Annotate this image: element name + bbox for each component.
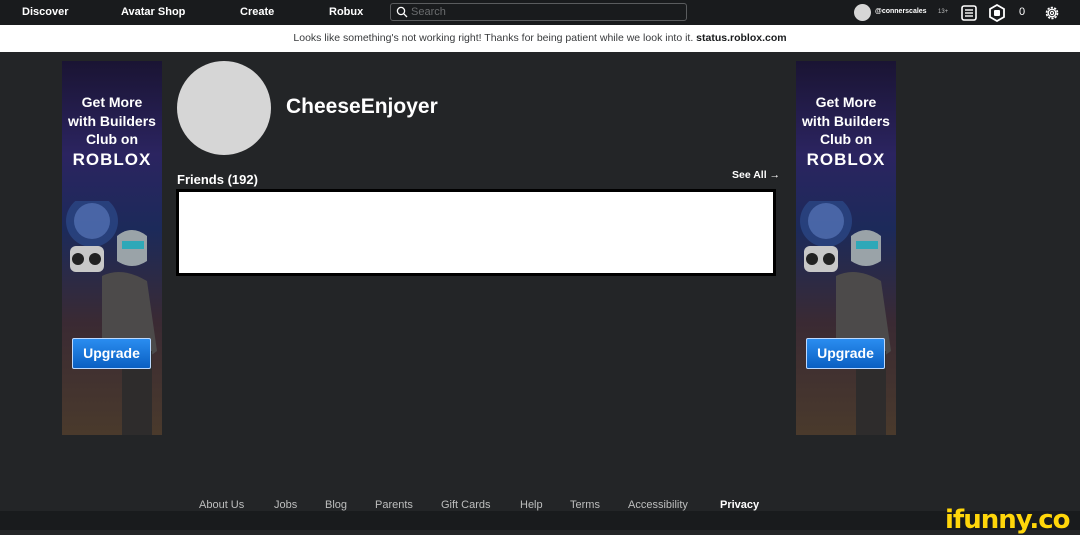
gear-icon[interactable] [1043,4,1061,22]
nav-robux[interactable]: Robux [329,6,363,18]
footer-accessibility[interactable]: Accessibility [628,499,688,511]
status-link[interactable]: status.roblox.com [696,32,786,44]
footer-terms[interactable]: Terms [570,499,600,511]
ad-line-3: Club on [85,131,139,147]
top-navigation-bar: Discover Avatar Shop Create Robux @conne… [0,0,1080,25]
roblox-logo: ROBLOX [72,150,152,169]
footer-privacy[interactable]: Privacy [720,499,759,511]
footer-about-us[interactable]: About Us [199,499,244,511]
footer-parents[interactable]: Parents [375,499,413,511]
upgrade-button[interactable]: Upgrade [806,338,885,369]
see-all-friends-link[interactable]: See All → [732,169,780,181]
ad-line-3: Club on [819,131,873,147]
search-icon [396,6,408,18]
ad-headline: Get More with Builders Club on [796,93,896,149]
nav-create[interactable]: Create [240,6,274,18]
ifunny-watermark: ifunny.co [945,505,1070,535]
profile-username: CheeseEnjoyer [286,95,438,118]
nav-avatar-shop[interactable]: Avatar Shop [121,6,185,18]
friends-heading: Friends (192) [177,172,258,187]
ad-line-2: with Builders [802,112,890,129]
alert-text: Looks like something's not working right… [293,32,694,44]
footer-gift-cards[interactable]: Gift Cards [441,499,491,511]
search-input[interactable] [411,4,681,20]
search-bar[interactable] [390,3,687,21]
nav-discover[interactable]: Discover [22,6,68,18]
footer-blog[interactable]: Blog [325,499,347,511]
upgrade-button[interactable]: Upgrade [72,338,151,369]
robux-icon[interactable] [988,4,1006,22]
robux-count: 0 [1019,6,1026,18]
left-ad-banner[interactable]: Get More with Builders Club on ROBLOX Up… [62,61,162,435]
profile-avatar[interactable] [177,61,271,155]
friends-list-panel [176,189,776,276]
footer-help[interactable]: Help [520,499,543,511]
right-ad-banner[interactable]: Get More with Builders Club on ROBLOX Up… [796,61,896,435]
footer-band [0,511,1080,530]
outage-alert-banner: Looks like something's not working right… [0,25,1080,52]
user-avatar[interactable] [854,4,871,21]
ad-line-1: Get More [81,94,143,110]
username-label[interactable]: @connerscales [875,8,927,15]
footer-jobs[interactable]: Jobs [274,499,297,511]
ad-line-1: Get More [815,94,877,110]
messages-icon[interactable] [960,4,978,22]
ad-headline: Get More with Builders Club on [62,93,162,149]
robot-character-image [66,201,157,435]
age-badge: 13+ [938,9,949,15]
ad-line-2: with Builders [68,112,156,129]
roblox-logo: ROBLOX [806,150,886,169]
robot-character-image [800,201,891,435]
footer-links: About Us Jobs Blog Parents Gift Cards He… [0,497,1080,511]
